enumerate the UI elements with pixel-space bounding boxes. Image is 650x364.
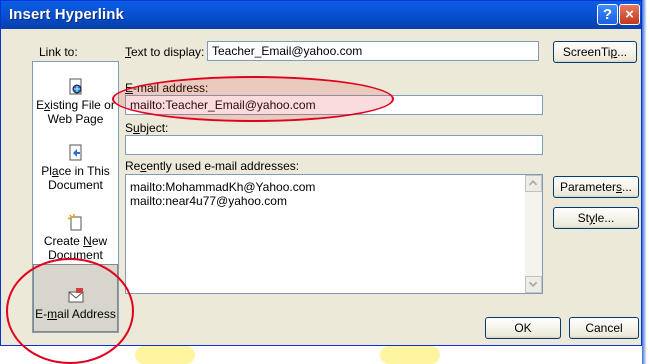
chevron-down-icon	[528, 281, 538, 288]
scrollbar[interactable]	[525, 175, 542, 293]
dialog-title: Insert Hyperlink	[9, 6, 124, 23]
close-icon: ×	[625, 6, 634, 23]
cancel-button[interactable]: Cancel	[569, 317, 639, 339]
link-to-existing-file[interactable]: Existing File or Web Page	[33, 78, 118, 126]
web-page-icon	[69, 78, 81, 95]
help-button[interactable]: ?	[597, 4, 618, 25]
email-address-field[interactable]: mailto:Teacher_Email@yahoo.com	[125, 95, 543, 115]
background-right-edge	[642, 0, 650, 364]
recent-addresses-list[interactable]: mailto:MohammadKh@Yahoo.com mailto:near4…	[125, 174, 543, 294]
insert-hyperlink-dialog: Insert Hyperlink ? × Link to: Text to di…	[0, 0, 642, 346]
link-to-label: Link to:	[39, 45, 78, 59]
screentip-button[interactable]: ScreenTip...	[553, 41, 637, 63]
place-in-document-icon	[69, 144, 81, 161]
link-to-email-address[interactable]: E-mail Address	[33, 264, 118, 332]
email-address-value: mailto:Teacher_Email@yahoo.com	[130, 98, 316, 112]
style-button[interactable]: Style...	[553, 207, 639, 229]
close-button[interactable]: ×	[619, 4, 640, 25]
email-icon	[68, 288, 83, 303]
list-item[interactable]: mailto:near4u77@yahoo.com	[130, 194, 287, 208]
subject-label: Subject:	[125, 121, 169, 135]
text-to-display-value: Teacher_Email@yahoo.com	[212, 44, 363, 58]
scroll-up-button[interactable]	[525, 175, 542, 192]
background-highlight	[135, 346, 195, 364]
parameters-button[interactable]: Parameters...	[553, 176, 639, 198]
link-to-bar: Existing File or Web Page Place in This …	[32, 61, 119, 333]
new-document-icon	[67, 214, 81, 231]
subject-field[interactable]	[125, 135, 543, 155]
help-icon: ?	[602, 6, 613, 23]
ok-button[interactable]: OK	[485, 317, 561, 339]
email-address-label: E-mail address:	[125, 81, 209, 95]
list-item[interactable]: mailto:MohammadKh@Yahoo.com	[130, 180, 315, 194]
title-bar[interactable]: Insert Hyperlink ? ×	[1, 1, 641, 29]
text-to-display-label: Text to display:	[125, 45, 205, 59]
chevron-up-icon	[528, 180, 538, 186]
link-to-place-in-document[interactable]: Place in This Document	[33, 144, 118, 192]
background-highlight	[380, 346, 440, 364]
recent-addresses-label: Recently used e-mail addresses:	[125, 159, 300, 173]
scroll-down-button[interactable]	[525, 276, 542, 293]
link-to-create-new-document[interactable]: Create New Document	[33, 214, 118, 262]
text-to-display-field[interactable]: Teacher_Email@yahoo.com	[207, 41, 539, 61]
